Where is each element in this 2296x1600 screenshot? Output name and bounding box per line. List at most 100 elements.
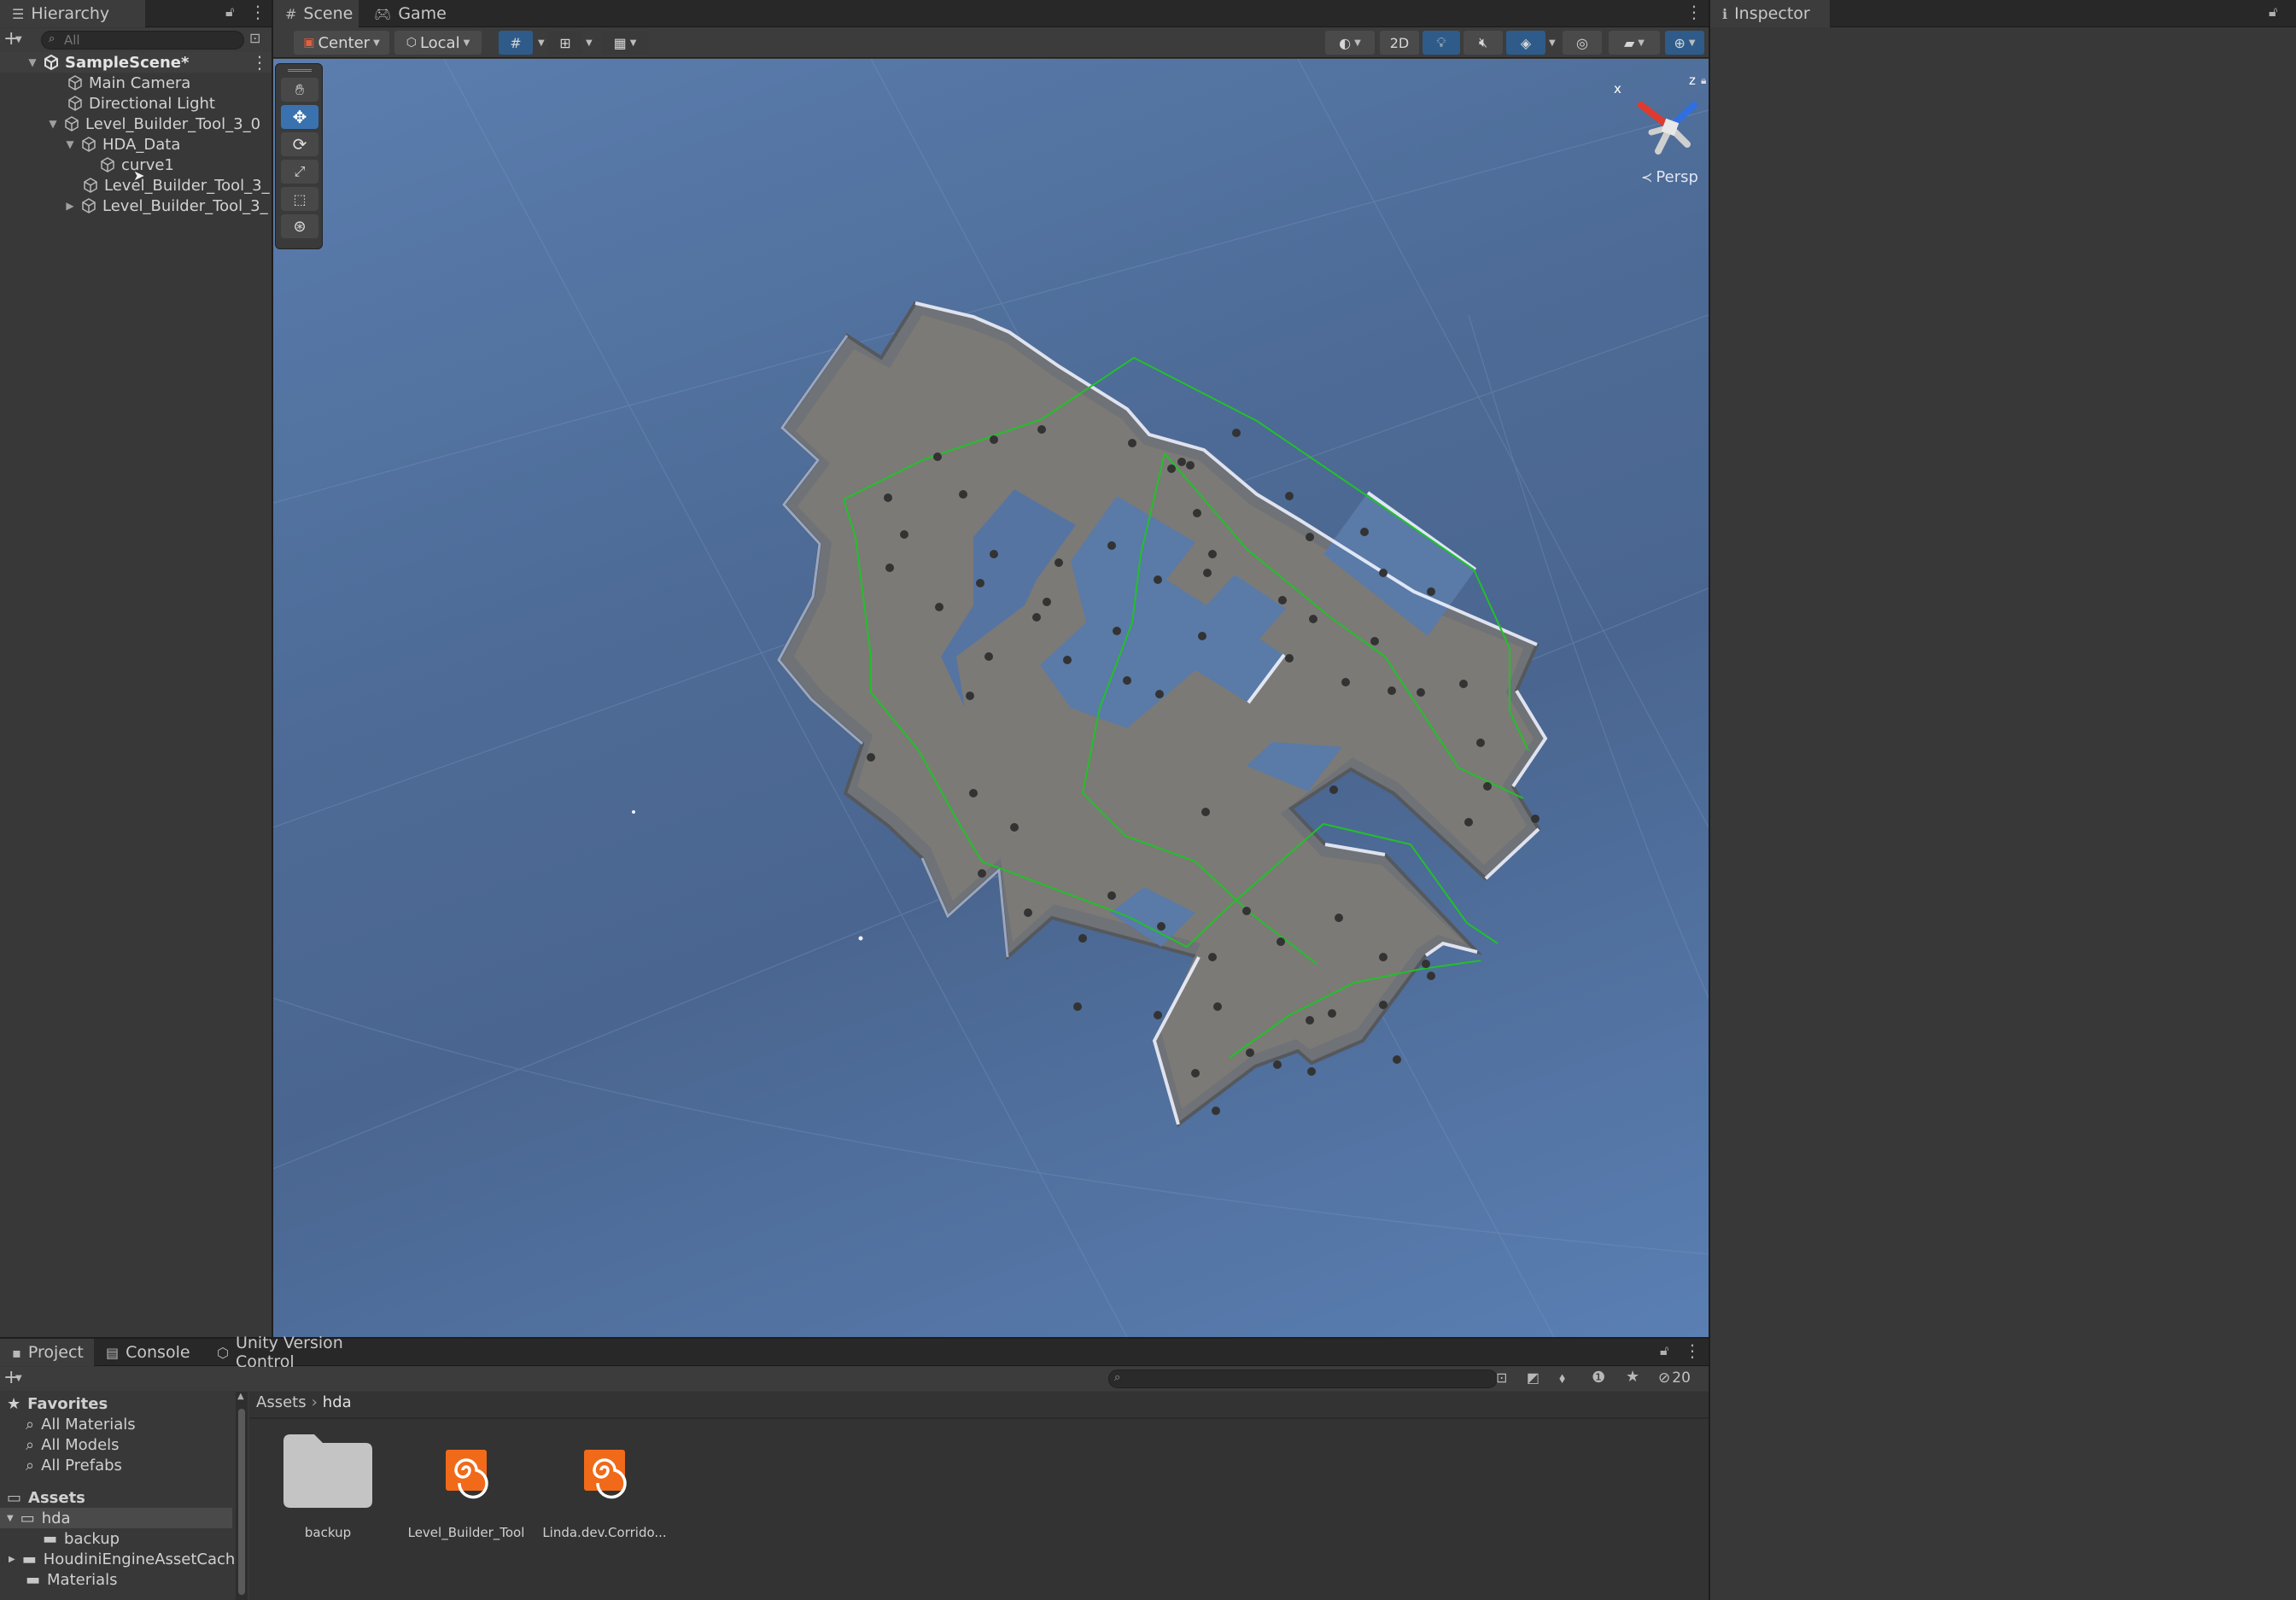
- favorite-label: All Materials: [41, 1415, 136, 1434]
- log-level-icon[interactable]: ❶: [1592, 1369, 1605, 1387]
- favorite-star-icon[interactable]: ★: [1626, 1368, 1639, 1386]
- lock-icon[interactable]: 🔓︎: [225, 3, 234, 20]
- scroll-up-icon[interactable]: ▲: [237, 1392, 244, 1401]
- audio-toggle[interactable]: 🔇︎: [1463, 31, 1503, 55]
- add-dropdown-icon[interactable]: ▼: [15, 35, 22, 44]
- favorite-all-prefabs[interactable]: ⌕ All Prefabs: [26, 1455, 122, 1475]
- folder-houdini-cache[interactable]: ▶ ▬ HoudiniEngineAssetCach: [9, 1549, 235, 1569]
- folder-backup[interactable]: ▬ backup: [43, 1528, 120, 1549]
- collapse-arrow-icon[interactable]: ▶: [63, 200, 77, 212]
- assets-header[interactable]: ▭ Assets: [7, 1487, 85, 1508]
- grid-snap-toggle[interactable]: #: [499, 31, 533, 55]
- more-options-icon[interactable]: ⋮: [1684, 1340, 1701, 1361]
- hierarchy-item-label: Level_Builder_Tool_3_: [104, 176, 270, 195]
- favorites-header[interactable]: ★ Favorites: [7, 1393, 108, 1414]
- camera-settings-dropdown[interactable]: ▰ ▼: [1609, 31, 1660, 55]
- lock-icon[interactable]: 🔓︎: [1660, 1342, 1668, 1359]
- effects-dropdown-icon[interactable]: ▼: [1549, 38, 1556, 48]
- expand-arrow-icon[interactable]: ▼: [7, 1514, 14, 1523]
- eye-hidden-icon: ◎: [1576, 34, 1588, 51]
- overlay-drag-handle[interactable]: [288, 69, 312, 72]
- gizmos-globe-icon: ⊕: [1674, 34, 1685, 51]
- increment-snap-icon: ⊞: [559, 34, 571, 51]
- tab-unity-version-control[interactable]: ⬡ Unity Version Control: [205, 1334, 410, 1371]
- folder-hda[interactable]: ▼ ▭ hda: [0, 1508, 232, 1528]
- chevron-down-icon: ▼: [1354, 38, 1361, 48]
- tab-game[interactable]: 🎮︎ Game: [362, 0, 447, 27]
- search-by-type-icon[interactable]: ⊡: [1496, 1369, 1507, 1386]
- orientation-gizmo[interactable]: x z 🔒︎ ≺ Persp: [1588, 73, 1708, 190]
- scale-tool-button[interactable]: ⤢: [281, 160, 318, 184]
- tab-console[interactable]: ▤ Console: [94, 1339, 196, 1366]
- breadcrumb-hda[interactable]: hda: [323, 1393, 352, 1411]
- transform-tool-button[interactable]: ⊛: [281, 214, 318, 238]
- projection-arrow-icon: ≺: [1641, 169, 1653, 185]
- folder-icon: ▬: [21, 1550, 37, 1568]
- gizmos-toggle[interactable]: ⊕ ▼: [1665, 31, 1704, 55]
- expand-arrow-icon[interactable]: ▼: [26, 56, 39, 68]
- project-search-field[interactable]: ⌕: [1108, 1369, 1498, 1388]
- toggle-2d-button[interactable]: 2D: [1380, 31, 1419, 55]
- filter-by-type-icon[interactable]: ◩: [1527, 1369, 1539, 1386]
- tab-project[interactable]: ▪ Project: [0, 1339, 94, 1366]
- search-input[interactable]: [64, 32, 235, 48]
- hierarchy-item-label: Directional Light: [89, 94, 215, 113]
- pivot-rotation-dropdown[interactable]: ⬡ Local ▼: [394, 31, 482, 55]
- star-icon: ★: [7, 1394, 21, 1413]
- gizmo-lock-icon[interactable]: 🔒︎: [1701, 74, 1706, 87]
- projection-toggle[interactable]: ≺ Persp: [1641, 168, 1698, 186]
- pivot-mode-dropdown[interactable]: ▣ Center ▼: [294, 31, 389, 55]
- hidden-objects-toggle[interactable]: ◎: [1563, 31, 1602, 55]
- asset-backup-folder[interactable]: backup: [260, 1429, 396, 1540]
- asset-level-builder-tool[interactable]: Level_Builder_Tool: [398, 1429, 535, 1540]
- hierarchy-item-level-builder-child-1[interactable]: Level_Builder_Tool_3_: [82, 175, 270, 196]
- lock-icon[interactable]: 🔓︎: [2269, 3, 2277, 20]
- favorite-all-materials[interactable]: ⌕ All Materials: [26, 1414, 136, 1434]
- hierarchy-item-main-camera[interactable]: Main Camera: [67, 73, 190, 93]
- effects-layers-icon: ◈: [1520, 34, 1532, 51]
- scene-viewport[interactable]: ✋︎ ✥ ⟳ ⤢ ⬚ ⊛ x z 🔒︎ ≺ Persp: [273, 59, 1709, 1337]
- lighting-toggle[interactable]: 💡︎: [1423, 31, 1460, 55]
- rotate-tool-button[interactable]: ⟳: [281, 132, 318, 156]
- asset-linda-corridor[interactable]: Linda.dev.Corrido...: [536, 1429, 673, 1540]
- search-options-icon[interactable]: ⊡: [249, 30, 260, 46]
- draw-mode-dropdown[interactable]: ◐ ▼: [1325, 31, 1375, 55]
- tab-scene[interactable]: # Scene: [273, 0, 359, 27]
- grid-snap-dropdown-icon[interactable]: ▼: [538, 38, 545, 48]
- effects-toggle[interactable]: ◈: [1506, 31, 1545, 55]
- gameobject-cube-icon: [68, 75, 82, 91]
- favorites-label: Favorites: [27, 1394, 108, 1413]
- collapse-arrow-icon[interactable]: ▶: [9, 1555, 15, 1564]
- project-panel: ▪ Project ▤ Console ⬡ Unity Version Cont…: [0, 1334, 1709, 1600]
- tab-console-label: Console: [126, 1343, 190, 1362]
- increment-snap-toggle[interactable]: ⊞: [548, 31, 582, 55]
- hierarchy-item-level-builder-child-2[interactable]: ▶ Level_Builder_Tool_3_: [63, 196, 267, 216]
- breadcrumb-assets[interactable]: Assets: [256, 1393, 307, 1411]
- speaker-mute-icon: 🔇︎: [1478, 34, 1488, 50]
- scene-menu-icon[interactable]: ⋮: [251, 52, 268, 73]
- rect-tool-button[interactable]: ⬚: [281, 187, 318, 211]
- tab-inspector[interactable]: ℹ Inspector: [1710, 0, 1830, 27]
- hierarchy-search-field[interactable]: ⌕: [41, 31, 244, 50]
- project-tree-scrollbar[interactable]: ▲: [236, 1392, 248, 1600]
- folder-icon: ▭: [7, 1488, 22, 1507]
- favorite-all-models[interactable]: ⌕ All Models: [26, 1434, 120, 1455]
- move-tool-button[interactable]: ✥: [281, 105, 318, 129]
- grid-visibility-toggle[interactable]: ▦ ▼: [601, 31, 649, 55]
- hidden-packages-toggle[interactable]: ⊘ 20: [1658, 1369, 1691, 1387]
- expand-arrow-icon[interactable]: ▼: [63, 138, 77, 150]
- hierarchy-item-hda-data[interactable]: ▼ HDA_Data: [63, 134, 180, 155]
- create-dropdown-icon[interactable]: ▼: [15, 1374, 22, 1383]
- hand-tool-button[interactable]: ✋︎: [281, 78, 318, 102]
- filter-by-label-icon[interactable]: ⬧: [1559, 1369, 1565, 1387]
- tab-hierarchy[interactable]: ☰ Hierarchy: [0, 0, 145, 27]
- increment-snap-dropdown-icon[interactable]: ▼: [586, 38, 593, 48]
- more-options-icon[interactable]: ⋮: [249, 2, 266, 22]
- hierarchy-item-directional-light[interactable]: Directional Light: [67, 93, 215, 114]
- local-cube-icon: ⬡: [406, 36, 417, 50]
- folder-materials[interactable]: ▬ Materials: [26, 1569, 118, 1590]
- hierarchy-item-level-builder[interactable]: ▼ Level_Builder_Tool_3_0: [46, 114, 260, 134]
- more-options-icon[interactable]: ⋮: [1685, 2, 1703, 22]
- expand-arrow-icon[interactable]: ▼: [46, 118, 60, 130]
- scene-row[interactable]: ▼ SampleScene* ⋮: [0, 52, 272, 73]
